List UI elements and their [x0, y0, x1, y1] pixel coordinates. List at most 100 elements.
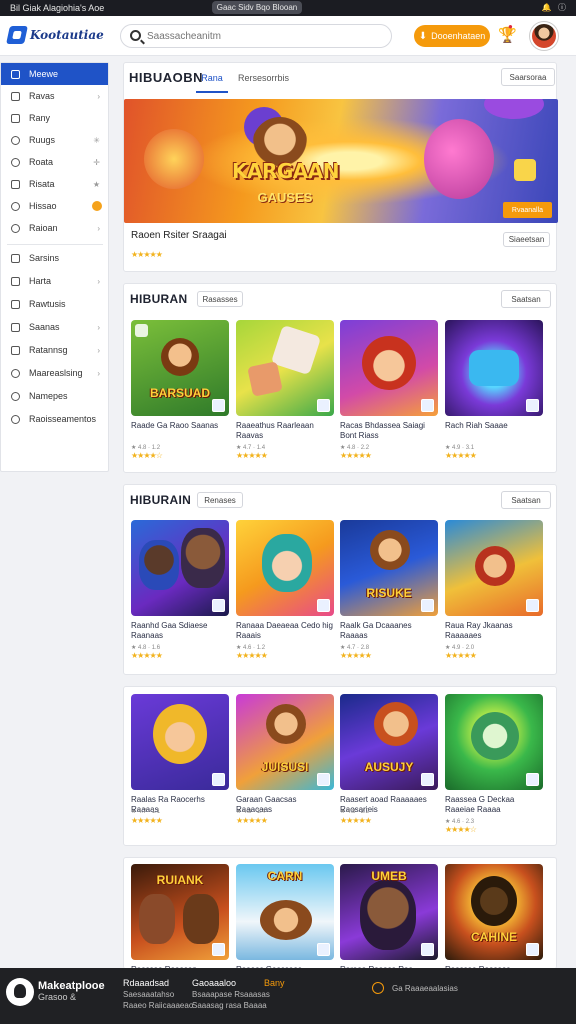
footer-link[interactable]: Saaasag rasa Baaaa: [192, 1000, 270, 1011]
game-logo-text: JUISUSI: [261, 760, 309, 774]
chart-icon: [11, 345, 20, 355]
globe-icon[interactable]: [372, 982, 384, 994]
footer-brand-sub: Grasoo &: [38, 992, 77, 1002]
sidebar-item-12[interactable]: Saanas ›: [1, 316, 108, 338]
info-icon[interactable]: ⓘ: [558, 2, 566, 13]
sidebar-item-16[interactable]: Raoisseamentos: [1, 408, 108, 430]
game-character-art: [139, 894, 175, 944]
chevron-right-icon: ›: [97, 276, 100, 286]
logo-text: Kootautiae: [30, 28, 104, 42]
sidebar-item-5[interactable]: Roata ✛: [1, 151, 108, 173]
sidebar-item-label: Ruugs: [29, 135, 56, 145]
game-meta: ★ 4.6 · 1.2: [236, 645, 266, 651]
search-input[interactable]: [147, 29, 377, 44]
chevron-right-icon: ›: [97, 368, 100, 378]
game-thumbnail[interactable]: [445, 520, 543, 616]
game-rating-stars: ★★★★★: [236, 451, 268, 460]
section-2-view-all-button[interactable]: Saatsan: [501, 491, 551, 509]
featured-banner[interactable]: [124, 99, 558, 223]
game-rating-stars: ★★★★★: [340, 816, 372, 825]
featured-rating-stars: ★★★★★: [131, 250, 163, 259]
game-character-art: [139, 540, 179, 590]
search-bar[interactable]: [120, 24, 392, 48]
sidebar-item-7[interactable]: Hissao: [1, 195, 108, 217]
footer-col-heading: Rdaaadsad: [123, 978, 170, 988]
sidebar-item-2[interactable]: Ravas ›: [1, 85, 108, 107]
game-thumbnail[interactable]: RUIANK: [131, 864, 229, 960]
game-thumbnail[interactable]: [445, 320, 543, 416]
tab-featured-1[interactable]: Rana: [196, 73, 228, 93]
globe-icon: [11, 368, 20, 378]
footer-link[interactable]: Bsaaapase Rsaaasas: [192, 989, 270, 1000]
user-avatar[interactable]: [530, 22, 558, 50]
game-thumbnail[interactable]: [236, 320, 334, 416]
game-character-art: [153, 704, 207, 764]
sidebar-item-6[interactable]: Risata ★: [1, 173, 108, 195]
game-thumbnail[interactable]: [340, 320, 438, 416]
sidebar-item-9[interactable]: Sarsins: [1, 247, 108, 269]
site-logo[interactable]: Kootautiae: [6, 26, 104, 44]
game-thumbnail[interactable]: BARSUAD: [131, 320, 229, 416]
game-rating-stars: ★★★★★: [340, 651, 372, 660]
platform-icon: [317, 773, 330, 786]
sidebar-item-10[interactable]: Harta ›: [1, 270, 108, 292]
game-title: Ranaaa Daeaeaa Cedo hig Raaais: [236, 621, 333, 640]
sidebar-item-11[interactable]: Rawtusis: [1, 293, 108, 315]
platform-icon: [212, 943, 225, 956]
game-character-art: [374, 702, 418, 746]
game-rating-stars: ★★★★★: [445, 451, 477, 460]
game-meta: ★ 4.8 · 1.2: [131, 445, 161, 451]
trophy-icon[interactable]: 🏆 ●: [498, 22, 517, 44]
footer-link[interactable]: Raaeo Raiicaaaeao: [123, 1000, 193, 1011]
section-1-view-all-button[interactable]: Saatsan: [501, 290, 551, 308]
game-character-art: [260, 900, 312, 940]
game-thumbnail[interactable]: [131, 520, 229, 616]
sidebar-item-8[interactable]: Raioan ›: [1, 217, 108, 239]
game-title: Raaeathus Raarleaan Raavas: [236, 421, 314, 440]
sidebar-item-label: Raoisseamentos: [29, 414, 97, 424]
section-2-title: HIBURAIN: [130, 493, 192, 507]
footer-link[interactable]: Saesaaatahso: [123, 989, 193, 1000]
trophy-small-icon: [11, 223, 20, 233]
platform-icon: [212, 399, 225, 412]
sidebar-item-15[interactable]: Namepes: [1, 385, 108, 407]
sidebar-item-label: Ratannsg: [29, 345, 68, 355]
sidebar-item-13[interactable]: Ratannsg ›: [1, 339, 108, 361]
dice-art: [270, 324, 322, 376]
game-thumbnail[interactable]: [236, 520, 334, 616]
game-logo-text: UMEB: [371, 869, 407, 883]
game-meta: ★ 4.8 · 1.4: [236, 809, 266, 815]
sidebar-item-home[interactable]: Meewe: [1, 63, 108, 85]
sidebar-item-14[interactable]: Maareaslsing ›: [1, 362, 108, 384]
game-thumbnail[interactable]: [445, 694, 543, 790]
game-thumbnail[interactable]: CAHINE: [445, 864, 543, 960]
tab-featured-2[interactable]: Rersesorrbis: [238, 73, 289, 93]
game-thumbnail[interactable]: [131, 694, 229, 790]
sidebar-item-label: Meewe: [29, 69, 59, 79]
platform-icon: [317, 599, 330, 612]
featured-details-button[interactable]: Siaeetsan: [503, 232, 550, 247]
game-thumbnail[interactable]: CARN: [236, 864, 334, 960]
gem-art: [469, 350, 519, 386]
game-thumbnail[interactable]: AUSUJY: [340, 694, 438, 790]
sidebar-item-label: Rany: [29, 113, 51, 123]
section-2-filter[interactable]: Renases: [197, 492, 243, 508]
sidebar: Meewe Ravas › Rany Ruugs ✳ Roata ✛ Risat…: [0, 62, 109, 472]
game-meta: ★ 4.7 · 2.8: [340, 645, 370, 651]
sidebar-item-4[interactable]: Ruugs ✳: [1, 129, 108, 151]
download-button[interactable]: ⬇ Dooenhataen: [414, 25, 490, 47]
game-meta: ★ 4.8 · 2.2: [340, 445, 370, 451]
bell-icon[interactable]: 🔔: [542, 3, 552, 12]
footer-language[interactable]: Ga Raaaeaalasias: [392, 984, 458, 993]
footer-logo-icon[interactable]: [6, 978, 34, 1006]
featured-view-all-button[interactable]: Saarsoraa: [501, 68, 555, 86]
game-thumbnail[interactable]: UMEB: [340, 864, 438, 960]
featured-game-name[interactable]: Raoen Rsiter Sraagai: [131, 230, 227, 241]
game-thumbnail[interactable]: JUISUSI: [236, 694, 334, 790]
game-thumbnail[interactable]: RISUKE: [340, 520, 438, 616]
section-1-filter[interactable]: Rasasses: [197, 291, 243, 307]
banner-play-button[interactable]: Rvaanalla: [503, 202, 552, 218]
footer-col-heading[interactable]: Bany: [264, 978, 285, 989]
platform-icon: [212, 599, 225, 612]
sidebar-item-3[interactable]: Rany: [1, 107, 108, 129]
